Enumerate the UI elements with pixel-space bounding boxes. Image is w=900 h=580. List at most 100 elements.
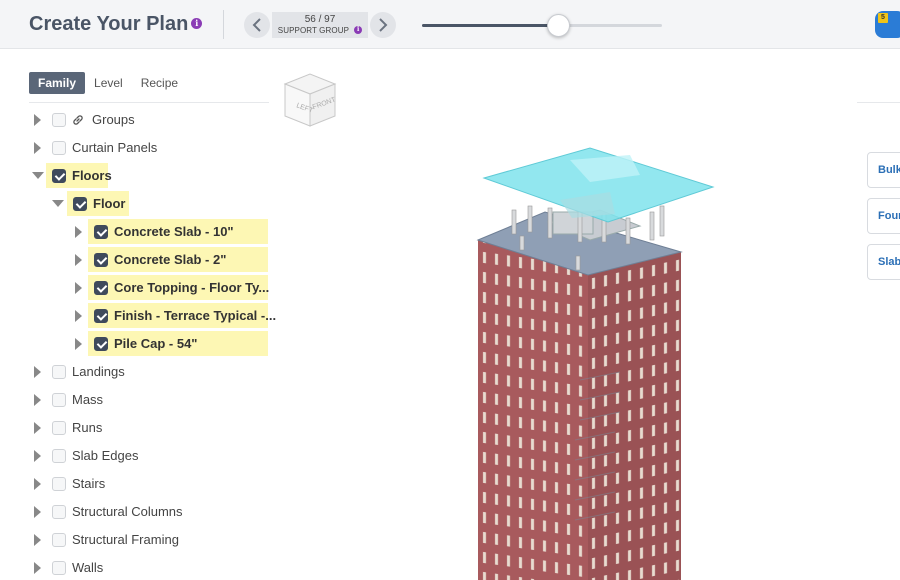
- link-icon: [73, 115, 83, 125]
- tree-checkbox[interactable]: [73, 197, 87, 211]
- tree-label: Walls: [72, 560, 104, 575]
- tree-row[interactable]: Runs: [0, 416, 280, 440]
- tree-checkbox[interactable]: [52, 505, 66, 519]
- caret-right-icon[interactable]: [34, 450, 41, 462]
- caret-right-icon[interactable]: [34, 366, 41, 378]
- slab-button[interactable]: Slab: [867, 244, 900, 280]
- tree-checkbox[interactable]: [94, 337, 108, 351]
- tree-checkbox[interactable]: [52, 421, 66, 435]
- tree-row[interactable]: Pile Cap - 54": [0, 332, 280, 356]
- tab-level[interactable]: Level: [85, 72, 132, 94]
- caret-right-icon[interactable]: [34, 562, 41, 574]
- tree-label: Concrete Slab - 2": [114, 252, 227, 267]
- tree-checkbox[interactable]: [52, 393, 66, 407]
- tree-checkbox[interactable]: [52, 449, 66, 463]
- tree-label: Floors: [72, 168, 112, 183]
- tree-checkbox[interactable]: [52, 365, 66, 379]
- tree-label: Floor: [93, 196, 126, 211]
- building-tower: [476, 147, 715, 580]
- header-bar: Create Your Plan i 56 / 97 SUPPORT GROUP …: [0, 0, 900, 49]
- four-button[interactable]: Four: [867, 198, 900, 234]
- tree-row[interactable]: Groups: [0, 108, 280, 132]
- caret-down-icon[interactable]: [32, 172, 44, 179]
- tab-family[interactable]: Family: [29, 72, 86, 94]
- tree-label: Pile Cap - 54": [114, 336, 198, 351]
- caret-right-icon[interactable]: [34, 142, 41, 154]
- caret-right-icon[interactable]: [75, 282, 82, 294]
- pager-count: 56 / 97: [304, 14, 336, 25]
- tree-row[interactable]: Curtain Panels: [0, 136, 280, 160]
- tree-label: Slab Edges: [72, 448, 139, 463]
- tree-checkbox[interactable]: [52, 113, 66, 127]
- info-icon[interactable]: i: [191, 18, 203, 30]
- bulk-button[interactable]: Bulk: [867, 152, 900, 188]
- tree-checkbox[interactable]: [94, 225, 108, 239]
- tree-label: Groups: [92, 112, 135, 127]
- tree-label: Structural Columns: [72, 504, 183, 519]
- next-button[interactable]: [370, 12, 396, 38]
- tree-checkbox[interactable]: [52, 561, 66, 575]
- caret-right-icon[interactable]: [34, 114, 41, 126]
- right-panel-divider: [857, 102, 900, 103]
- caret-right-icon[interactable]: [75, 226, 82, 238]
- tree-label: Core Topping - Floor Ty...: [114, 280, 270, 295]
- pager-label: SUPPORT GROUP i: [272, 25, 368, 36]
- caret-down-icon[interactable]: [52, 200, 64, 207]
- tree-label: Finish - Terrace Typical -...: [114, 308, 277, 323]
- tree-row[interactable]: Structural Framing: [0, 528, 280, 552]
- slider-fill: [422, 24, 559, 27]
- tree-checkbox[interactable]: [52, 141, 66, 155]
- pager-indicator: 56 / 97 SUPPORT GROUP i: [272, 12, 368, 38]
- support-group-pager: 56 / 97 SUPPORT GROUP i: [244, 12, 396, 38]
- tree-checkbox[interactable]: [52, 169, 66, 183]
- page-title-text: Create Your Plan: [29, 13, 189, 35]
- caret-right-icon[interactable]: [34, 534, 41, 546]
- tree-row[interactable]: Structural Columns: [0, 500, 280, 524]
- caret-right-icon[interactable]: [75, 338, 82, 350]
- tree-label: Stairs: [72, 476, 106, 491]
- view-tabs: Family Level Recipe: [29, 72, 187, 94]
- tree-row[interactable]: Concrete Slab - 2": [0, 248, 280, 272]
- tree-label: Runs: [72, 420, 103, 435]
- caret-right-icon[interactable]: [34, 478, 41, 490]
- caret-right-icon[interactable]: [75, 310, 82, 322]
- tree-checkbox[interactable]: [52, 477, 66, 491]
- tree-row[interactable]: Floor: [0, 192, 280, 216]
- caret-right-icon[interactable]: [34, 422, 41, 434]
- tree-row[interactable]: Slab Edges: [0, 444, 280, 468]
- tree-row[interactable]: Core Topping - Floor Ty...: [0, 276, 280, 300]
- tab-recipe[interactable]: Recipe: [132, 72, 187, 94]
- pager-label-text: SUPPORT GROUP: [277, 26, 349, 35]
- tree-checkbox[interactable]: [94, 309, 108, 323]
- chevron-right-icon: [379, 18, 388, 32]
- notifications-button[interactable]: 5: [875, 11, 900, 38]
- sequence-slider[interactable]: [422, 14, 662, 37]
- tree-label: Curtain Panels: [72, 140, 158, 155]
- tree-row[interactable]: Concrete Slab - 10": [0, 220, 280, 244]
- 3d-model-viewport[interactable]: [275, 50, 865, 580]
- tree-label: Concrete Slab - 10": [114, 224, 234, 239]
- page-title: Create Your Plan i: [29, 13, 203, 36]
- tree-row[interactable]: Stairs: [0, 472, 280, 496]
- tree-row[interactable]: Finish - Terrace Typical -...: [0, 304, 280, 328]
- tree-checkbox[interactable]: [94, 281, 108, 295]
- header-divider: [223, 10, 224, 39]
- caret-right-icon[interactable]: [34, 394, 41, 406]
- tabs-divider: [29, 102, 269, 103]
- previous-button[interactable]: [244, 12, 270, 38]
- tree-label: Landings: [72, 364, 125, 379]
- chevron-left-icon: [252, 18, 261, 32]
- tree-label: Structural Framing: [72, 532, 179, 547]
- tree-checkbox[interactable]: [52, 533, 66, 547]
- info-icon[interactable]: i: [354, 25, 363, 34]
- slider-thumb[interactable]: [547, 14, 571, 37]
- tree-row[interactable]: Floors: [0, 164, 280, 188]
- tree-row[interactable]: Mass: [0, 388, 280, 412]
- tree-row[interactable]: Landings: [0, 360, 280, 384]
- tree-label: Mass: [72, 392, 104, 407]
- tree-checkbox[interactable]: [94, 253, 108, 267]
- notification-badge: 5: [878, 13, 888, 23]
- caret-right-icon[interactable]: [34, 506, 41, 518]
- caret-right-icon[interactable]: [75, 254, 82, 266]
- tree-row[interactable]: Walls: [0, 556, 280, 580]
